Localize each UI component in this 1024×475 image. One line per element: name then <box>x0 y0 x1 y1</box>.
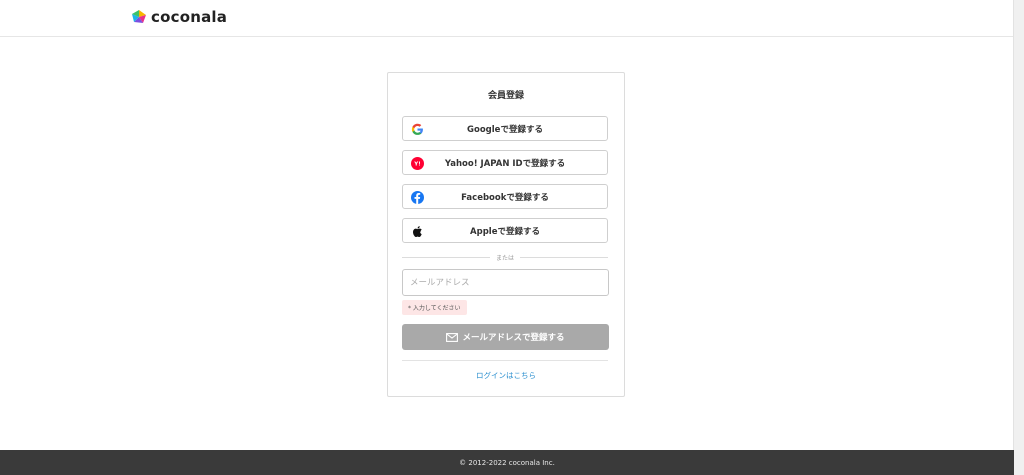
or-divider: または <box>402 253 608 263</box>
coconala-logo-icon <box>132 10 146 23</box>
email-signup-button[interactable]: メールアドレスで登録する <box>402 324 609 350</box>
yahoo-icon: Y! <box>411 157 424 170</box>
login-link[interactable]: ログインはこちら <box>388 370 624 381</box>
signup-title: 会員登録 <box>487 91 524 101</box>
svg-text:Y!: Y! <box>413 162 420 168</box>
apple-signup-label: Appleで登録する <box>470 226 540 237</box>
page-scrollbar[interactable] <box>1013 0 1024 475</box>
brand-name: coconala <box>151 8 228 26</box>
apple-icon <box>413 226 422 238</box>
email-error-badge: * 入力してください <box>402 300 467 315</box>
apple-signup-button[interactable]: Appleで登録する <box>402 218 608 243</box>
facebook-icon <box>411 191 424 204</box>
site-footer: © 2012-2022 coconala Inc. <box>0 450 1014 475</box>
bottom-separator <box>402 360 608 361</box>
google-signup-button[interactable]: Googleで登録する <box>402 116 608 141</box>
mail-icon <box>446 332 459 342</box>
email-signup-label: メールアドレスで登録する <box>462 333 565 343</box>
email-input[interactable] <box>402 269 609 296</box>
yahoo-signup-button[interactable]: Y! Yahoo! JAPAN IDで登録する <box>402 150 608 175</box>
facebook-signup-button[interactable]: Facebookで登録する <box>402 184 608 209</box>
brand-logo[interactable]: coconala <box>131 8 227 26</box>
divider-line-right <box>520 257 608 258</box>
footer-copyright: © 2012-2022 coconala Inc. <box>459 458 555 467</box>
signup-card: 会員登録 Googleで登録する Y! Yahoo! JAPAN IDで登録する… <box>387 72 625 397</box>
google-signup-label: Googleで登録する <box>467 124 543 135</box>
yahoo-signup-label: Yahoo! JAPAN IDで登録する <box>444 158 566 169</box>
site-header: coconala <box>0 0 1014 37</box>
facebook-signup-label: Facebookで登録する <box>461 192 549 203</box>
google-icon <box>411 123 423 135</box>
